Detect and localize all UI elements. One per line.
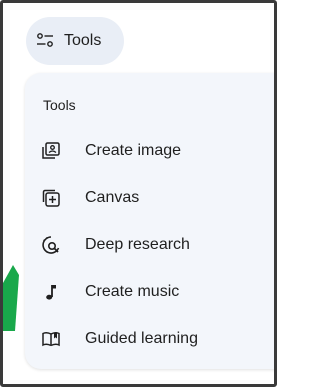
green-arrow-accent [3, 265, 19, 331]
menu-item-canvas[interactable]: Canvas [25, 176, 274, 220]
image-gallery-icon [42, 142, 60, 159]
menu-item-label: Create image [85, 142, 182, 159]
tools-menu: Tools Create image Canvas Deep research … [25, 73, 274, 369]
tools-button[interactable]: Tools [26, 17, 124, 65]
menu-item-label: Create music [85, 283, 180, 300]
deep-research-icon [42, 236, 60, 254]
menu-item-label: Canvas [85, 189, 140, 206]
music-note-icon [46, 285, 56, 300]
menu-item-create-music[interactable]: Create music [25, 270, 274, 314]
tune-icon [37, 33, 53, 47]
menu-item-deep-research[interactable]: Deep research [25, 223, 274, 267]
menu-header: Tools [43, 97, 76, 113]
tools-button-label: Tools [64, 32, 102, 49]
menu-item-create-image[interactable]: Create image [25, 129, 274, 173]
menu-item-label: Guided learning [85, 330, 198, 347]
book-icon [42, 332, 60, 347]
screenshot-frame: Tools Tools Create image Canvas Deep res… [0, 0, 277, 387]
canvas-icon [42, 189, 60, 207]
menu-item-label: Deep research [85, 236, 190, 253]
menu-item-guided-learning[interactable]: Guided learning [25, 317, 274, 361]
